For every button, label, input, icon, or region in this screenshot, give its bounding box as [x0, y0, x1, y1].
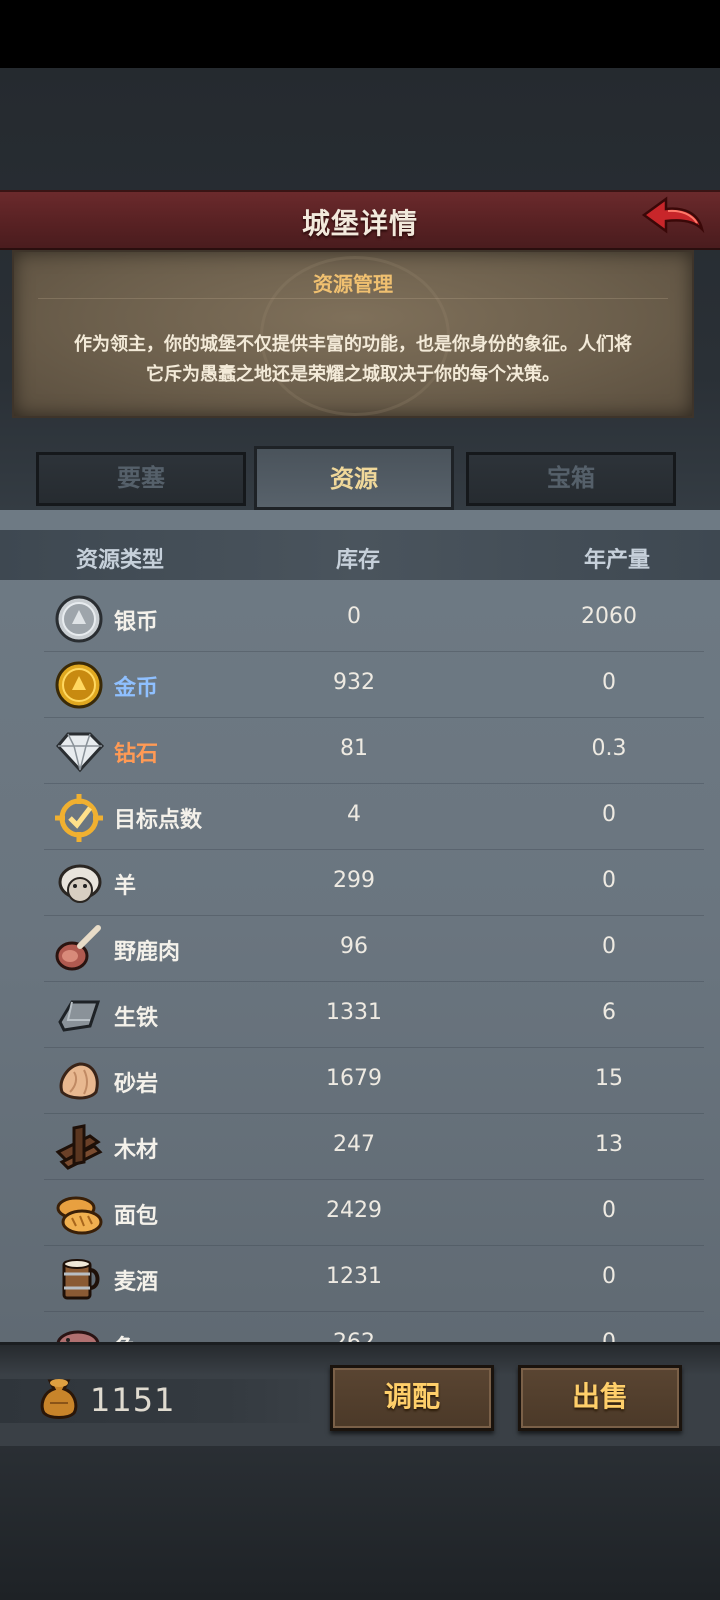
- resource-production: 0: [602, 1264, 616, 1289]
- header-stock: 库存: [336, 548, 381, 573]
- resource-list[interactable]: 银币 0 2060 金币 932 0 钻石 81 0.3 目标点数 4 0 羊 …: [0, 586, 720, 1342]
- resource-name: 木材: [114, 1138, 159, 1163]
- table-header: 资源类型 库存 年产量: [0, 530, 720, 580]
- divider: [38, 298, 668, 299]
- wood-icon: [55, 1124, 103, 1170]
- resource-production: 0: [554, 1330, 664, 1342]
- resource-name: 目标点数: [114, 808, 203, 833]
- resource-stock: 247: [333, 1132, 375, 1157]
- sheep-icon: [58, 864, 102, 903]
- sandstone-icon: [59, 1062, 99, 1100]
- header-type: 资源类型: [76, 548, 165, 573]
- tab-chests[interactable]: 宝箱: [466, 452, 676, 506]
- resource-stock: 932: [333, 670, 375, 695]
- table-row: 目标点数 4 0: [44, 784, 704, 850]
- resource-stock: 1231: [326, 1264, 382, 1289]
- table-row: 木材 247 13: [44, 1114, 704, 1180]
- resource-panel: 资源类型 库存 年产量 银币 0 2060 金币 932 0 钻石 81 0.3…: [0, 510, 720, 1342]
- resource-name: 羊: [114, 874, 137, 899]
- table-row: 生铁 1331 6: [44, 982, 704, 1048]
- resource-production: 13: [595, 1132, 623, 1157]
- resource-production: 0.3: [591, 736, 627, 761]
- title-bar: 城堡详情: [0, 190, 720, 250]
- resource-production: 0: [602, 934, 616, 959]
- table-row: 钻石 81 0.3: [44, 718, 704, 784]
- page-title: 城堡详情: [301, 207, 418, 240]
- fish-icon: [56, 1330, 100, 1342]
- resource-stock: 81: [340, 736, 368, 761]
- target-icon: [55, 794, 103, 842]
- table-row: 野鹿肉 96 0: [44, 916, 704, 982]
- bread-icon: [56, 1196, 103, 1235]
- resource-stock: 0: [347, 604, 361, 629]
- bottom-background: [0, 1446, 720, 1600]
- resource-stock: 299: [333, 868, 375, 893]
- resource-production: 0: [602, 1198, 616, 1223]
- table-row: 羊 299 0: [44, 850, 704, 916]
- resource-production: 0: [602, 802, 616, 827]
- table-row: 鱼 262 0: [44, 1312, 704, 1342]
- table-row: 麦酒 1231 0: [44, 1246, 704, 1312]
- resource-production: 0: [602, 670, 616, 695]
- resource-name: 金币: [114, 676, 159, 701]
- resource-stock: 96: [340, 934, 368, 959]
- resource-production: 0: [602, 868, 616, 893]
- description-line-2: 它斥为愚蠢之地还是荣耀之城取决于你的每个决策。: [146, 364, 560, 385]
- allocate-button[interactable]: 调配: [330, 1365, 494, 1431]
- resource-stock: 262: [304, 1330, 404, 1342]
- gold-amount: 1151: [90, 1381, 176, 1419]
- resource-name: 野鹿肉: [114, 940, 181, 965]
- resource-stock: 1679: [326, 1066, 382, 1091]
- sell-button[interactable]: 出售: [518, 1365, 682, 1431]
- table-row: 砂岩 1679 15: [44, 1048, 704, 1114]
- venison-icon: [55, 925, 101, 971]
- description-line-1: 作为领主，你的城堡不仅提供丰富的功能，也是你身份的象征。人们将: [74, 334, 632, 355]
- resource-name: 面包: [114, 1204, 159, 1229]
- table-row: 银币 0 2060: [44, 586, 704, 652]
- silver-coin-icon: [55, 595, 103, 643]
- resource-stock: 2429: [326, 1198, 382, 1223]
- gold-coin-icon: [55, 661, 103, 709]
- iron-ingot-icon: [58, 1000, 101, 1032]
- tab-resources[interactable]: 资源: [254, 446, 454, 510]
- tab-fortress[interactable]: 要塞: [36, 452, 246, 506]
- resource-production: 2060: [581, 604, 637, 629]
- resource-name: 麦酒: [114, 1270, 159, 1295]
- ale-mug-icon: [62, 1259, 100, 1300]
- info-heading: 资源管理: [313, 272, 393, 296]
- resource-stock: 4: [347, 802, 361, 827]
- resource-name: 银币: [114, 610, 159, 635]
- resource-production: 15: [595, 1066, 623, 1091]
- back-arrow-icon[interactable]: [640, 195, 706, 245]
- info-description: 作为领主，你的城堡不仅提供丰富的功能，也是你身份的象征。人们将 它斥为愚蠢之地还…: [44, 330, 662, 390]
- status-bar-area: [0, 0, 720, 68]
- header-production: 年产量: [584, 548, 651, 573]
- tab-bar: 要塞 资源 宝箱: [30, 446, 678, 510]
- bottom-bar: 1151 调配 出售: [0, 1342, 720, 1446]
- resource-production: 6: [602, 1000, 616, 1025]
- table-row: 金币 932 0: [44, 652, 704, 718]
- resource-name: 钻石: [114, 742, 159, 767]
- diamond-icon: [56, 732, 104, 773]
- table-row: 面包 2429 0: [44, 1180, 704, 1246]
- info-panel: 资源管理 作为领主，你的城堡不仅提供丰富的功能，也是你身份的象征。人们将 它斥为…: [12, 250, 694, 418]
- resource-stock: 1331: [326, 1000, 382, 1025]
- resource-name: 砂岩: [114, 1072, 159, 1097]
- resource-name: 生铁: [114, 1006, 159, 1031]
- resource-name: 鱼: [114, 1330, 136, 1342]
- gold-bag-icon: [40, 1379, 78, 1419]
